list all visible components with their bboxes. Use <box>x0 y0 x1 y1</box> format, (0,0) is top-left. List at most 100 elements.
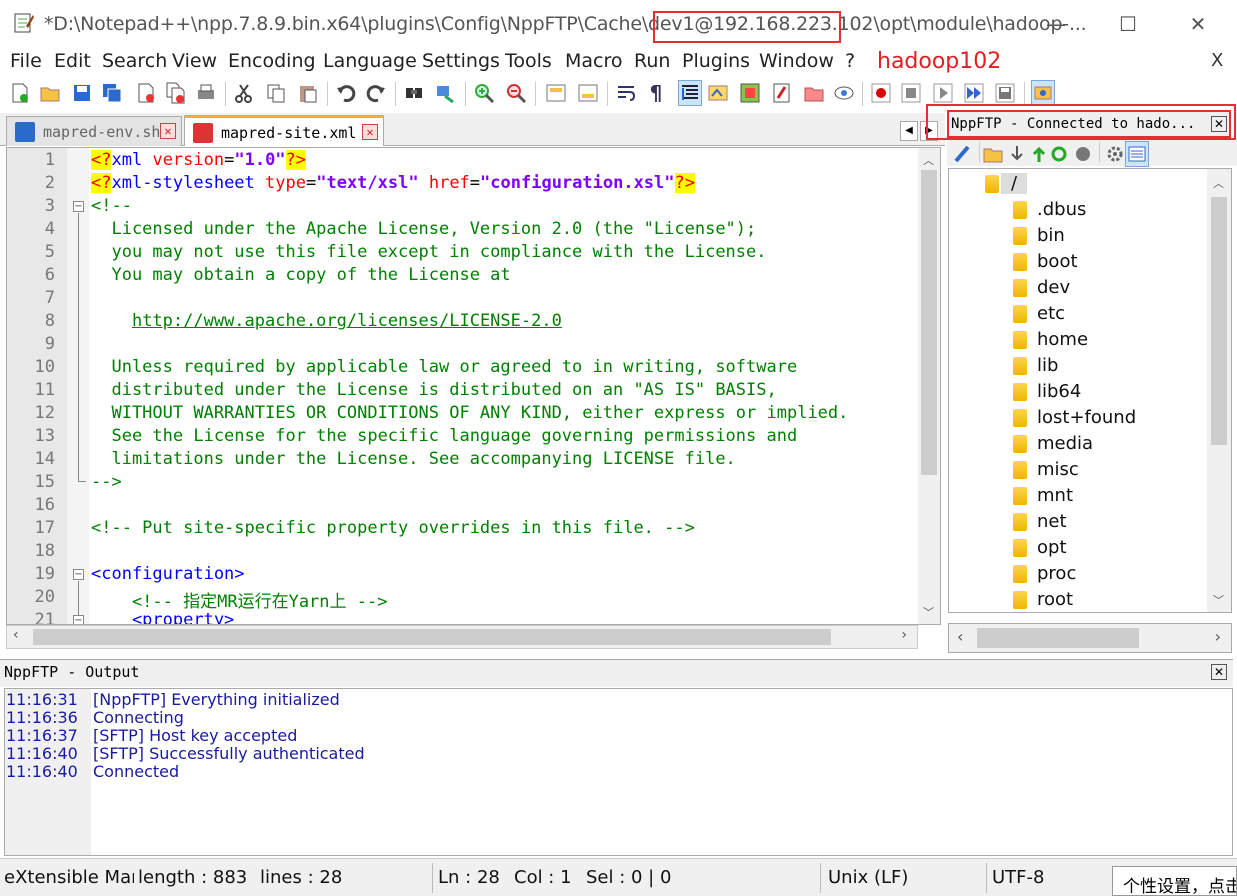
settings-gear-icon[interactable] <box>1103 141 1127 167</box>
menu-window[interactable]: Window <box>759 50 834 72</box>
fold-toggle-icon[interactable]: − <box>73 569 84 580</box>
scroll-right-icon[interactable]: › <box>901 627 907 643</box>
scroll-up-icon[interactable]: ︿ <box>923 152 934 168</box>
tree-vertical-scroll-thumb[interactable] <box>1211 197 1227 445</box>
menu-view[interactable]: View <box>172 50 217 72</box>
scroll-down-icon[interactable]: ﹀ <box>1213 592 1224 608</box>
tree-item[interactable]: lib64 <box>1037 381 1081 402</box>
menu-run[interactable]: Run <box>634 50 670 72</box>
find-icon[interactable] <box>402 80 426 106</box>
new-file-icon[interactable] <box>8 80 32 106</box>
tree-item[interactable]: lib <box>1037 355 1058 376</box>
tree-item[interactable]: mnt <box>1037 485 1073 506</box>
sync-vertical-icon[interactable] <box>544 80 568 106</box>
menu-edit[interactable]: Edit <box>54 50 91 72</box>
monitoring-eye-icon[interactable] <box>832 80 856 106</box>
doc-map-icon[interactable] <box>738 80 762 106</box>
open-folder-icon[interactable] <box>981 141 1005 167</box>
close-document-button[interactable]: X <box>1211 50 1223 71</box>
tab-mapred-env[interactable]: mapred-env.sh ✕ <box>6 116 182 146</box>
close-all-icon[interactable] <box>164 80 188 106</box>
tree-item[interactable]: misc <box>1037 459 1079 480</box>
menu-encoding[interactable]: Encoding <box>228 50 316 72</box>
tree-item[interactable]: root <box>1037 589 1073 610</box>
record-macro-icon[interactable] <box>869 80 893 106</box>
cut-icon[interactable] <box>232 80 256 106</box>
scroll-up-icon[interactable]: ︿ <box>1213 175 1224 191</box>
tab-scroll-left-button[interactable]: ◀ <box>900 121 918 141</box>
tree-item[interactable]: boot <box>1037 251 1078 272</box>
tab-close-icon[interactable]: ✕ <box>362 124 378 140</box>
show-all-chars-icon[interactable]: ¶ <box>644 80 668 106</box>
editor-horizontal-scroll-thumb[interactable] <box>33 629 831 645</box>
tree-horizontal-scroll-thumb[interactable] <box>977 628 1139 648</box>
close-window-button[interactable]: ✕ <box>1178 10 1218 38</box>
tree-horizontal-scrollbar[interactable]: ‹ › <box>948 623 1232 653</box>
save-icon[interactable] <box>70 80 94 106</box>
redo-icon[interactable] <box>364 80 388 106</box>
notepad-app-icon[interactable] <box>14 12 34 34</box>
menu-help[interactable]: ? <box>845 50 855 72</box>
tree-item[interactable]: proc <box>1037 563 1076 584</box>
open-file-icon[interactable] <box>38 80 62 106</box>
menu-file[interactable]: File <box>10 50 42 72</box>
tree-item[interactable]: opt <box>1037 537 1067 558</box>
message-window-icon[interactable] <box>1125 141 1149 167</box>
tree-root[interactable]: / <box>1001 173 1028 194</box>
close-file-icon[interactable] <box>134 80 158 106</box>
scroll-left-icon[interactable]: ‹ <box>957 627 963 646</box>
sync-horizontal-icon[interactable] <box>576 80 600 106</box>
function-list-icon[interactable] <box>770 80 794 106</box>
stop-macro-icon[interactable] <box>899 80 923 106</box>
remote-file-tree[interactable]: / .dbus bin boot dev etc home lib lib64 lost+fou… <box>948 168 1232 613</box>
undo-icon[interactable] <box>334 80 358 106</box>
abort-icon[interactable] <box>1071 141 1095 167</box>
editor-vertical-scroll-thumb[interactable] <box>921 170 937 475</box>
status-eol[interactable]: Unix (LF) <box>828 867 908 888</box>
status-encoding[interactable]: UTF-8 <box>992 867 1044 888</box>
run-macro-multiple-icon[interactable] <box>962 80 986 106</box>
scroll-down-icon[interactable]: ﹀ <box>923 604 934 620</box>
editor-vertical-scrollbar[interactable]: ︿ ﹀ <box>918 148 940 624</box>
tree-item[interactable]: dev <box>1037 277 1070 298</box>
tab-mapred-site[interactable]: mapred-site.xml ✕ <box>184 115 384 146</box>
tab-close-icon[interactable]: ✕ <box>160 123 176 139</box>
minimize-button[interactable]: — <box>1036 10 1076 38</box>
menu-settings[interactable]: Settings <box>422 50 500 72</box>
save-all-icon[interactable] <box>100 80 124 106</box>
tree-item[interactable]: etc <box>1037 303 1065 324</box>
scroll-left-icon[interactable]: ‹ <box>13 627 19 643</box>
tree-item[interactable]: net <box>1037 511 1067 532</box>
tree-item[interactable]: media <box>1037 433 1093 454</box>
editor-horizontal-scrollbar[interactable]: ‹ › <box>6 625 918 649</box>
refresh-icon[interactable] <box>1047 141 1071 167</box>
tree-item[interactable]: .dbus <box>1037 199 1086 220</box>
indent-guide-icon[interactable] <box>678 80 702 106</box>
menu-plugins[interactable]: Plugins <box>682 50 750 72</box>
zoom-out-icon[interactable] <box>504 80 528 106</box>
tree-item[interactable]: home <box>1037 329 1088 350</box>
scroll-right-icon[interactable]: › <box>1215 627 1221 646</box>
connect-icon[interactable] <box>951 141 975 167</box>
code-editor[interactable]: 1 2 3 4 5 6 7 8 9 10 11 12 13 14 15 16 17 18 19 20 21 − − − … <box>6 147 941 625</box>
nppftp-toggle-icon[interactable] <box>1031 80 1055 106</box>
play-macro-icon[interactable] <box>931 80 955 106</box>
replace-icon[interactable] <box>434 80 458 106</box>
save-macro-icon[interactable] <box>993 80 1017 106</box>
zoom-in-icon[interactable] <box>472 80 496 106</box>
tree-item[interactable]: lost+found <box>1037 407 1136 428</box>
fold-toggle-icon[interactable]: − <box>73 201 84 212</box>
paste-icon[interactable] <box>296 80 320 106</box>
menu-tools[interactable]: Tools <box>505 50 552 72</box>
menu-macro[interactable]: Macro <box>565 50 623 72</box>
print-icon[interactable] <box>194 80 218 106</box>
user-lang-icon[interactable] <box>706 80 730 106</box>
output-close-button[interactable]: ✕ <box>1211 664 1227 680</box>
menu-language[interactable]: Language <box>323 50 417 72</box>
folder-workspace-icon[interactable] <box>802 80 826 106</box>
tree-item[interactable]: bin <box>1037 225 1065 246</box>
tree-vertical-scrollbar[interactable]: ︿ ﹀ <box>1207 169 1231 612</box>
maximize-button[interactable]: ☐ <box>1108 10 1148 38</box>
word-wrap-icon[interactable] <box>614 80 638 106</box>
menu-search[interactable]: Search <box>102 50 167 72</box>
